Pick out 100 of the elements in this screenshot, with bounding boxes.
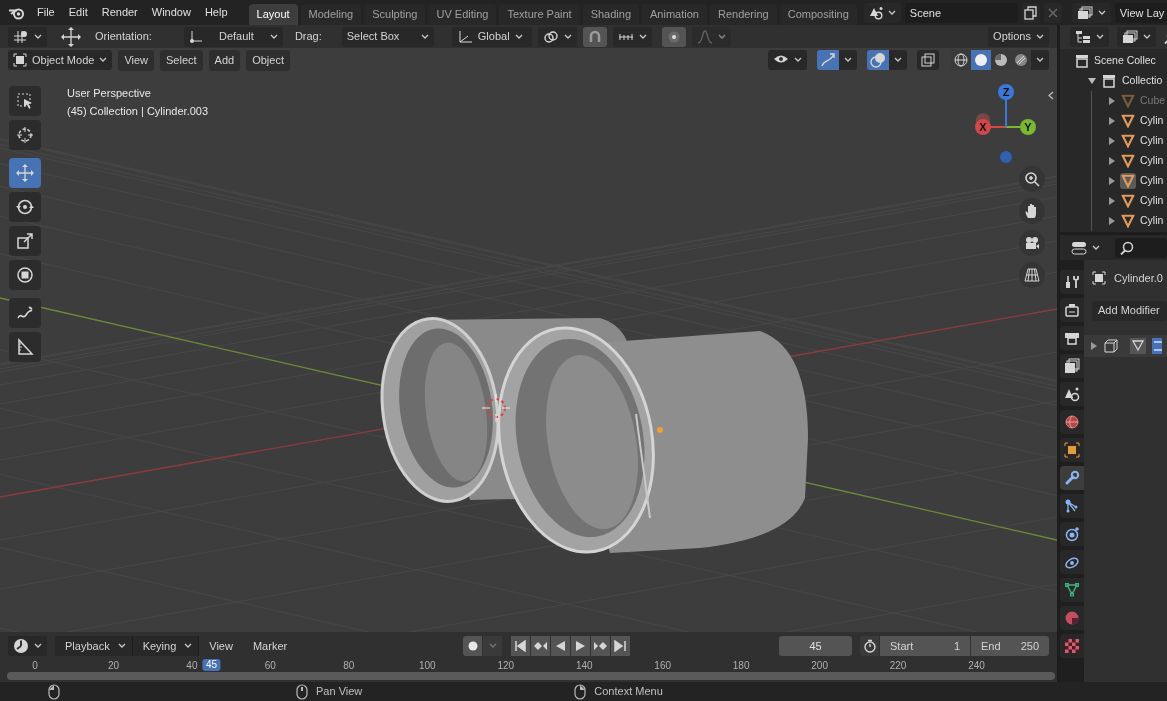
tool-button[interactable]	[9, 332, 41, 362]
tool-button[interactable]	[9, 260, 41, 290]
tool-button[interactable]	[9, 120, 41, 150]
expand-arrow-icon[interactable]	[1108, 97, 1116, 105]
menu-item[interactable]: Render	[94, 2, 145, 23]
properties-tab[interactable]	[1060, 494, 1084, 518]
properties-tab[interactable]	[1060, 326, 1084, 350]
view-layer-field[interactable]: View Lay	[1114, 2, 1167, 23]
tool-button[interactable]	[9, 192, 41, 222]
play-button[interactable]	[571, 636, 591, 656]
menu-item[interactable]: Marker	[246, 635, 294, 657]
expand-arrow-icon[interactable]	[1108, 217, 1116, 225]
snap-toggle[interactable]	[582, 26, 607, 47]
menu-item[interactable]: Select	[160, 50, 203, 71]
dropdown-button[interactable]	[839, 50, 857, 71]
properties-tab[interactable]	[1060, 298, 1084, 322]
prev-keyframe-button[interactable]	[531, 636, 551, 656]
menu-dropdown[interactable]: Keying	[132, 635, 200, 656]
workspace-tab[interactable]: Texture Paint	[499, 4, 580, 25]
playhead[interactable]: 45	[202, 659, 220, 671]
workspace-tab[interactable]: Layout	[248, 4, 298, 25]
properties-tab[interactable]	[1060, 550, 1084, 574]
zoom-button[interactable]	[1019, 166, 1045, 192]
transform-orientation-dropdown[interactable]: Global	[451, 26, 532, 47]
outliner-item[interactable]: Cylin	[1140, 133, 1164, 149]
perspective-toggle-button[interactable]	[1019, 262, 1045, 288]
expand-arrow-icon[interactable]	[1088, 77, 1096, 85]
mode-dropdown[interactable]: Object Mode	[8, 50, 113, 71]
expand-arrow-icon[interactable]	[1108, 137, 1116, 145]
tool-button[interactable]	[9, 86, 41, 116]
properties-tab[interactable]	[1060, 578, 1084, 602]
snap-target-dropdown[interactable]	[612, 26, 652, 47]
start-frame-field[interactable]: Start 1	[880, 636, 970, 656]
properties-tab[interactable]	[1060, 410, 1084, 434]
properties-tab[interactable]	[1060, 354, 1084, 378]
current-frame-field[interactable]: 45	[779, 636, 852, 656]
properties-tab[interactable]	[1060, 438, 1084, 462]
end-frame-field[interactable]: End 250	[971, 636, 1049, 656]
shading-button[interactable]	[971, 50, 991, 71]
tool-selector[interactable]	[8, 26, 47, 47]
orientation-dropdown[interactable]: Default	[183, 26, 283, 47]
outliner-item[interactable]: Cylin	[1140, 193, 1164, 209]
overlay-toggle[interactable]	[867, 50, 889, 71]
workspace-tab[interactable]: UV Editing	[428, 4, 497, 25]
menu-item[interactable]: Window	[144, 2, 198, 23]
outliner-item[interactable]: Scene Collec	[1094, 53, 1156, 69]
workspace-tab[interactable]: Animation	[642, 4, 707, 25]
scene-name-field[interactable]: Scene	[904, 2, 1018, 23]
expand-arrow-icon[interactable]	[1108, 117, 1116, 125]
outliner-item[interactable]: Cylin	[1140, 153, 1164, 169]
editor-type-dropdown[interactable]	[1070, 27, 1109, 47]
proportional-edit-toggle[interactable]	[661, 26, 686, 47]
options-dropdown[interactable]: Options	[988, 26, 1049, 47]
pivot-dropdown[interactable]	[537, 26, 577, 47]
properties-tab[interactable]	[1060, 522, 1084, 546]
tool-button[interactable]	[9, 226, 41, 256]
outliner-item[interactable]: Cylin	[1140, 213, 1164, 229]
editor-type-dropdown[interactable]	[8, 636, 47, 656]
jump-end-button[interactable]	[611, 636, 631, 656]
view-layer-selector[interactable]	[1071, 2, 1111, 23]
expand-arrow-icon[interactable]	[1108, 157, 1116, 165]
record-button[interactable]	[463, 636, 483, 656]
workspace-tab[interactable]: Compositing	[779, 4, 857, 25]
xray-toggle[interactable]	[917, 50, 939, 71]
workspace-tab[interactable]: Shading	[582, 4, 640, 25]
menu-item[interactable]: View	[203, 635, 239, 657]
dropdown-button[interactable]	[889, 50, 907, 71]
properties-tab[interactable]	[1060, 382, 1084, 406]
workspace-tab[interactable]: Sculpting	[364, 4, 426, 25]
workspace-tab[interactable]: Modeling	[300, 4, 362, 25]
expand-arrow-icon[interactable]	[1108, 177, 1116, 185]
expand-arrow-icon[interactable]	[1108, 197, 1116, 205]
outliner-item[interactable]: Collectio	[1122, 73, 1163, 89]
display-mode-dropdown[interactable]	[1117, 27, 1156, 47]
next-keyframe-button[interactable]	[591, 636, 611, 656]
outliner-item[interactable]: Cylin	[1140, 113, 1164, 129]
menu-item[interactable]: File	[30, 2, 62, 23]
tool-button[interactable]	[9, 298, 41, 328]
visibility-dropdown[interactable]	[768, 50, 807, 71]
workspace-tab[interactable]: Rendering	[709, 4, 777, 25]
axis-gizmo-drawing[interactable]	[975, 84, 1036, 163]
expand-arrow-icon[interactable]	[1090, 341, 1098, 350]
scene-selector[interactable]	[863, 2, 901, 23]
menu-item[interactable]: Object	[246, 50, 290, 71]
menu-item[interactable]: Add	[208, 50, 241, 71]
menu-item[interactable]: Help	[197, 2, 235, 23]
properties-tab[interactable]	[1060, 270, 1084, 294]
outliner-item[interactable]: Cube	[1140, 93, 1166, 109]
gizmo-toggle[interactable]	[817, 50, 839, 71]
menu-item[interactable]: Edit	[61, 2, 95, 23]
jump-start-button[interactable]	[511, 636, 531, 656]
search-field[interactable]	[1115, 237, 1167, 258]
add-modifier-button[interactable]: Add Modifier	[1092, 300, 1167, 321]
properties-tab[interactable]	[1060, 466, 1084, 490]
outliner-item[interactable]: Cylin	[1140, 173, 1164, 189]
copy-button[interactable]	[1021, 2, 1040, 23]
menu-item[interactable]: View	[118, 50, 155, 71]
play-reverse-button[interactable]	[551, 636, 571, 656]
camera-view-button[interactable]	[1019, 230, 1045, 256]
preview-range-toggle[interactable]	[860, 636, 879, 656]
